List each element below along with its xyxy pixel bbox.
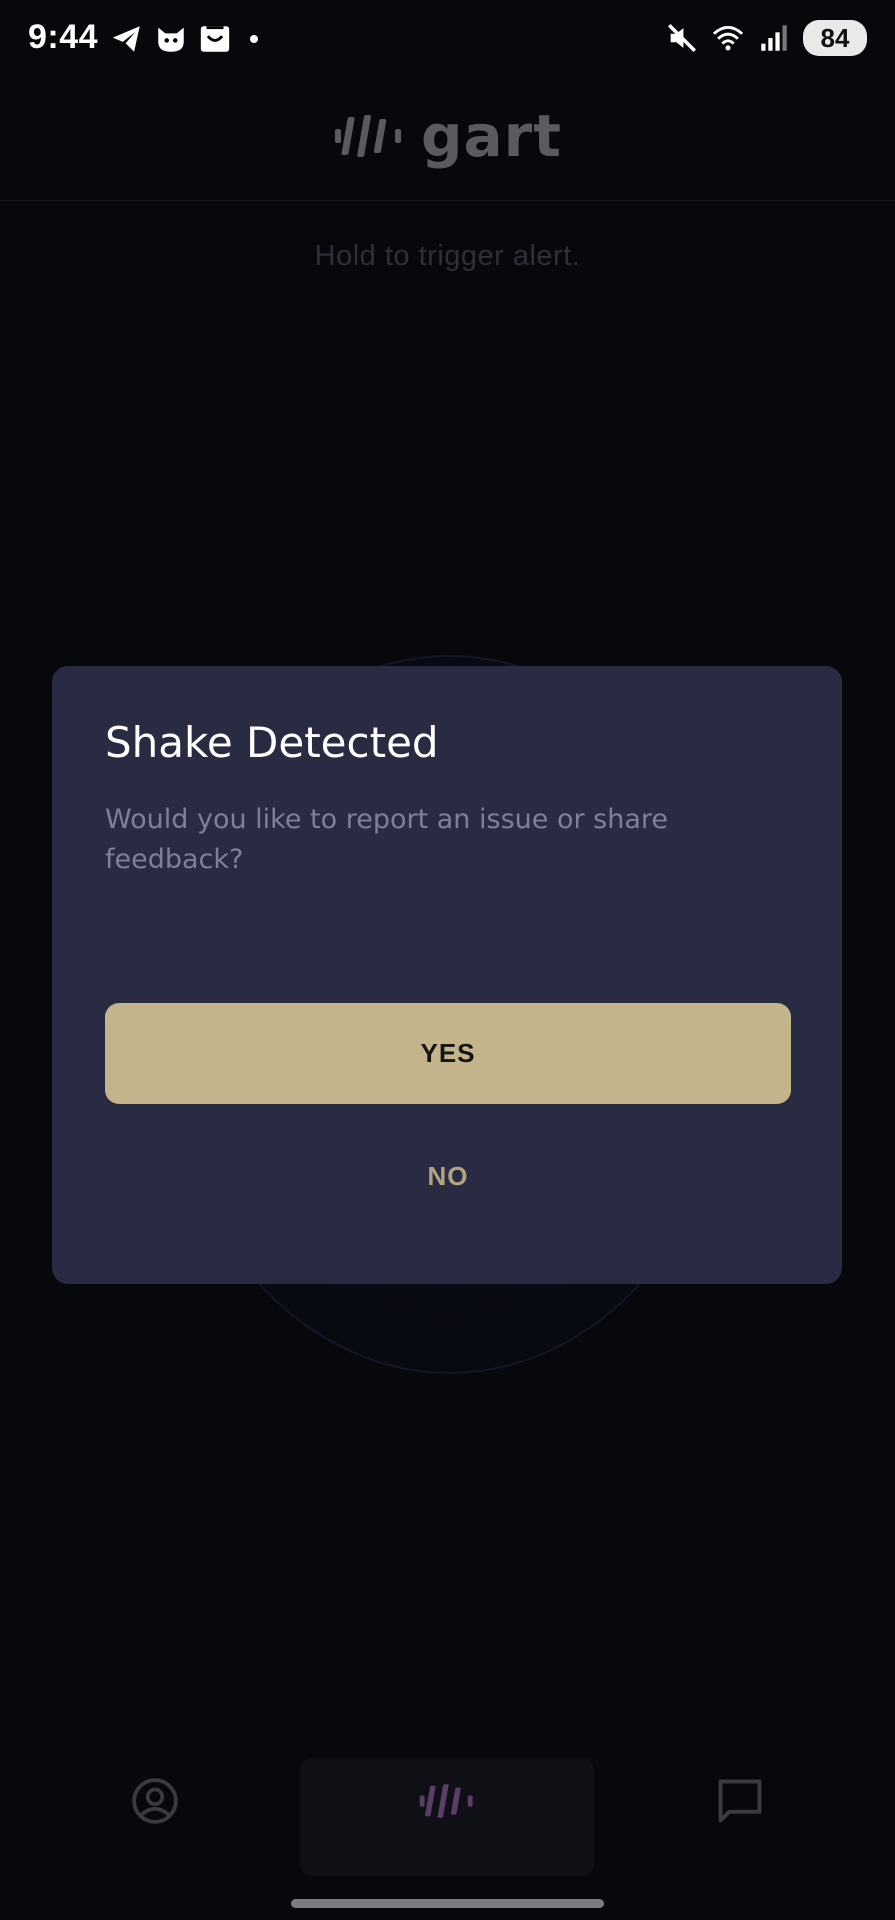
signal-icon — [761, 25, 787, 51]
app-logo: gart — [333, 102, 562, 170]
chat-icon — [718, 1779, 762, 1823]
cat-app-icon — [158, 27, 184, 52]
status-bar: 9:44 84 — [0, 0, 895, 80]
app-header: gart — [0, 80, 895, 201]
hold-hint-text: Hold to trigger alert. — [314, 240, 581, 272]
alert-waveform-icon — [419, 1784, 473, 1818]
status-notification-icons — [110, 22, 258, 56]
wifi-icon — [712, 25, 744, 51]
nav-chat[interactable] — [695, 1756, 785, 1846]
app-screen: 9:44 84 gart Hold to trigger alert. Shak… — [0, 0, 895, 1920]
bottom-nav — [0, 1740, 895, 1890]
nav-profile[interactable] — [110, 1756, 200, 1846]
yes-button[interactable]: YES — [105, 1003, 791, 1104]
dialog-message: Would you like to report an issue or sha… — [105, 804, 668, 875]
logo-text: gart — [421, 102, 562, 170]
profile-icon — [132, 1778, 178, 1824]
mute-icon — [667, 23, 697, 53]
battery-level: 84 — [803, 20, 867, 56]
status-time: 9:44 — [28, 18, 99, 56]
logo-bars-icon — [335, 115, 401, 157]
no-button[interactable]: NO — [105, 1126, 791, 1226]
status-system-icons: 84 — [665, 20, 867, 56]
home-indicator[interactable] — [291, 1899, 604, 1908]
nav-alert[interactable] — [402, 1756, 492, 1846]
notification-dot — [250, 35, 258, 43]
shake-dialog: Shake Detected Would you like to report … — [52, 666, 842, 1284]
telegram-icon — [112, 26, 140, 52]
dialog-title: Shake Detected — [105, 718, 439, 767]
shopping-bag-icon — [200, 26, 230, 52]
